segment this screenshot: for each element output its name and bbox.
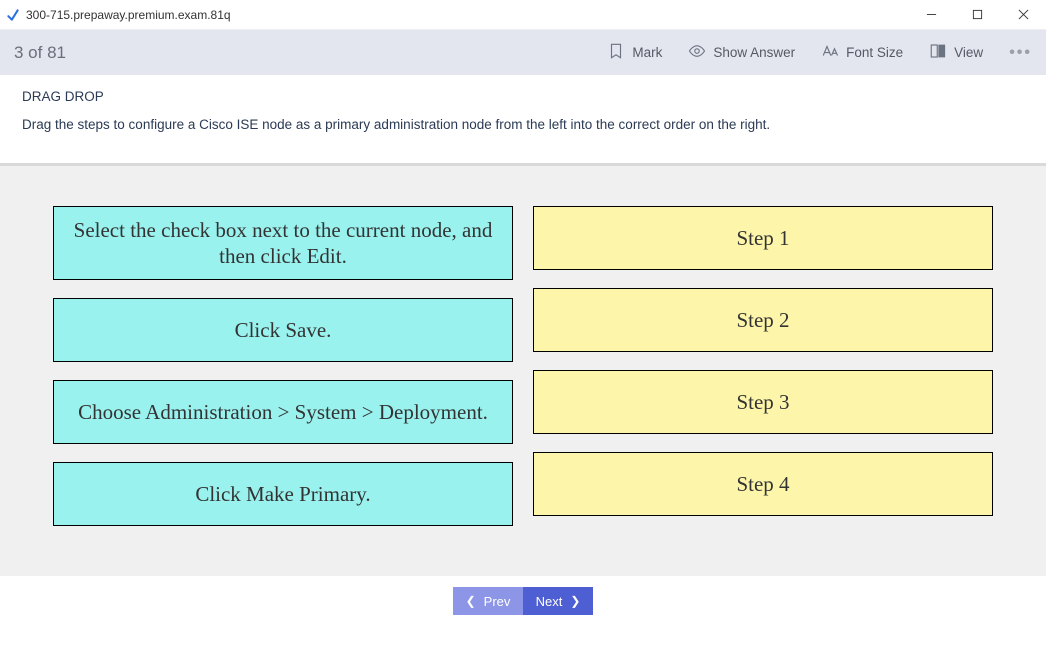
drag-grid: Select the check box next to the current… (53, 206, 993, 527)
window-controls (908, 0, 1046, 30)
mark-button[interactable]: Mark (607, 42, 662, 63)
view-label: View (954, 45, 983, 60)
chevron-left-icon: ❮ (466, 594, 476, 608)
show-answer-button[interactable]: Show Answer (688, 42, 795, 63)
drag-drop-panel: Select the check box next to the current… (0, 163, 1046, 577)
prev-button[interactable]: ❮ Prev (453, 587, 523, 615)
question-type-label: DRAG DROP (22, 89, 1024, 104)
drop-target-slot[interactable]: Step 3 (533, 370, 993, 434)
font-size-icon (821, 42, 839, 63)
drag-source-item[interactable]: Click Save. (53, 298, 513, 362)
drag-source-item[interactable]: Select the check box next to the current… (53, 206, 513, 281)
eye-icon (688, 42, 706, 63)
window-maximize-button[interactable] (954, 0, 1000, 30)
app-logo-icon (6, 8, 20, 22)
bookmark-icon (607, 42, 625, 63)
main-toolbar: 3 of 81 Mark Show Answer Font Size View (0, 30, 1046, 75)
question-counter: 3 of 81 (14, 43, 66, 63)
view-button[interactable]: View (929, 42, 983, 63)
target-column: Step 1 Step 2 Step 3 Step 4 (533, 206, 993, 527)
next-label: Next (536, 594, 563, 609)
font-size-button[interactable]: Font Size (821, 42, 903, 63)
mark-label: Mark (632, 45, 662, 60)
view-icon (929, 42, 947, 63)
drag-source-item[interactable]: Click Make Primary. (53, 462, 513, 526)
drop-target-slot[interactable]: Step 4 (533, 452, 993, 516)
font-size-label: Font Size (846, 45, 903, 60)
window-close-button[interactable] (1000, 0, 1046, 30)
window-titlebar: 300-715.prepaway.premium.exam.81q (0, 0, 1046, 30)
question-prompt: Drag the steps to configure a Cisco ISE … (22, 116, 1024, 135)
footer-nav: ❮ Prev Next ❯ (0, 576, 1046, 626)
source-column: Select the check box next to the current… (53, 206, 513, 527)
show-answer-label: Show Answer (713, 45, 795, 60)
toolbar-actions: Mark Show Answer Font Size View ••• (607, 42, 1032, 63)
question-header: DRAG DROP Drag the steps to configure a … (0, 75, 1046, 163)
window-title: 300-715.prepaway.premium.exam.81q (26, 8, 231, 22)
next-button[interactable]: Next ❯ (523, 587, 593, 615)
titlebar-left: 300-715.prepaway.premium.exam.81q (6, 8, 231, 22)
drag-source-item[interactable]: Choose Administration > System > Deploym… (53, 380, 513, 444)
more-options-button[interactable]: ••• (1009, 44, 1032, 62)
prev-label: Prev (484, 594, 511, 609)
drop-target-slot[interactable]: Step 1 (533, 206, 993, 270)
drop-target-slot[interactable]: Step 2 (533, 288, 993, 352)
chevron-right-icon: ❯ (570, 594, 580, 608)
window-minimize-button[interactable] (908, 0, 954, 30)
